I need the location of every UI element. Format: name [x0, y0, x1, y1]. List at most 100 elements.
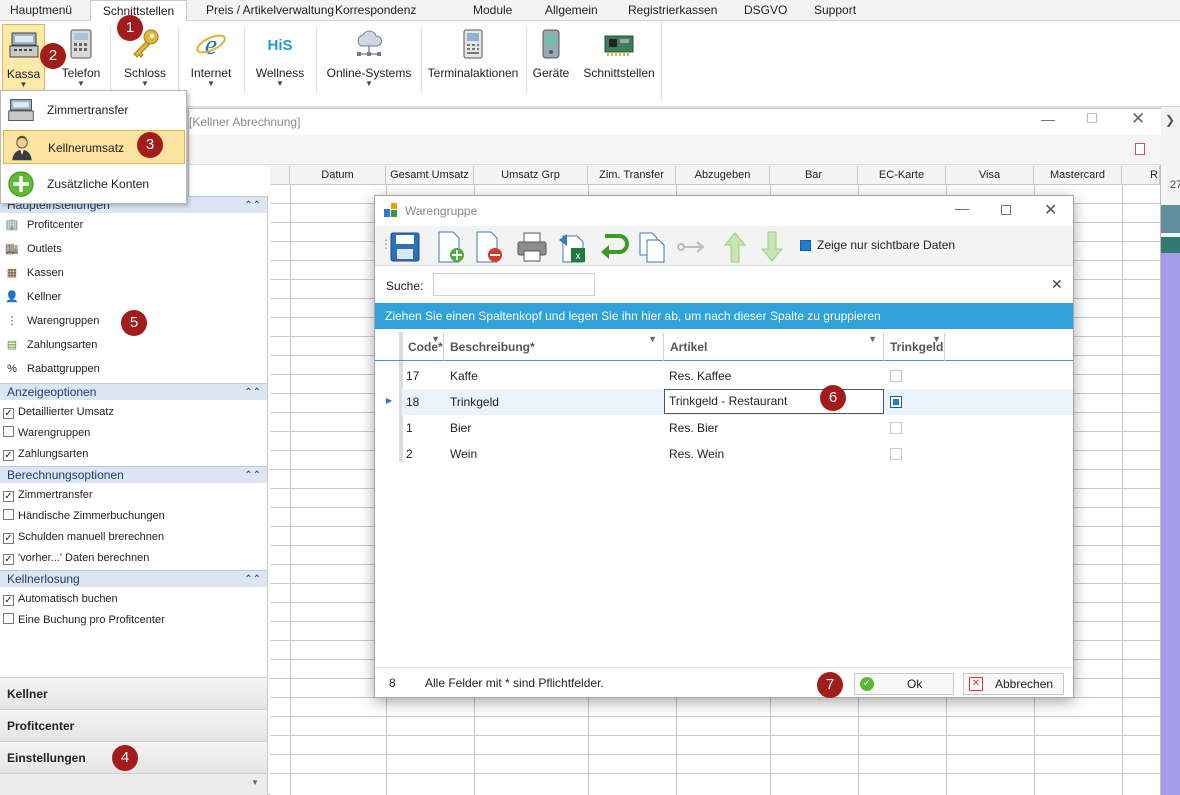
refresh-icon[interactable]	[597, 230, 631, 264]
cell-beschreibung[interactable]: Kaffe	[450, 363, 478, 389]
tab-dsgvo[interactable]: DSGVO	[740, 0, 791, 21]
column-header-beschreibung[interactable]: Beschreibung* ▼	[444, 333, 664, 361]
move-down-icon[interactable]	[755, 230, 789, 264]
tab-module[interactable]: Module	[469, 0, 516, 21]
checkbox-box[interactable]	[3, 509, 14, 520]
sidebar-item-kassen[interactable]: ▦ Kassen	[3, 263, 64, 283]
cell-trinkgeld-checkbox[interactable]	[890, 422, 902, 434]
tab-korrespondenz[interactable]: Korrespondenz	[331, 0, 420, 21]
checkbox-vorher-daten[interactable]: ✓ 'vorher...' Daten berechnen	[3, 548, 149, 568]
new-record-icon[interactable]	[433, 230, 467, 264]
group-anzeigeoptionen[interactable]: Anzeigeoptionen ⌃⌃	[0, 383, 267, 400]
collapse-icon[interactable]: ⌃⌃	[244, 571, 261, 588]
grid-header[interactable]: Abzugeben	[676, 166, 770, 185]
checkbox-schulden-manuell[interactable]: ✓ Schulden manuell brerechnen	[3, 527, 164, 547]
column-header-code[interactable]: Code* ▼	[402, 333, 444, 361]
grid-header[interactable]: Bar	[770, 166, 858, 185]
tab-registrierkassen[interactable]: Registrierkassen	[624, 0, 721, 21]
grid-header[interactable]: Mastercard	[1034, 166, 1122, 185]
menu-item-zusaetzliche-konten[interactable]: Zusätzliche Konten	[3, 167, 185, 201]
ribbon-wellness-button[interactable]: HiS Wellness ▼	[252, 24, 308, 96]
group-by-panel[interactable]: Ziehen Sie einen Spaltenkopf und legen S…	[375, 303, 1073, 329]
cell-artikel[interactable]: Res. Kaffee	[669, 363, 731, 389]
cell-beschreibung[interactable]: Bier	[450, 415, 471, 441]
checkbox-box[interactable]: ✓	[3, 595, 14, 606]
checkbox-zahlungsarten[interactable]: ✓ Zahlungsarten	[3, 444, 88, 464]
sidebar-item-warengruppen[interactable]: ⋮ Warengruppen	[3, 311, 100, 331]
tab-support[interactable]: Support	[810, 0, 860, 21]
table-row[interactable]: 17 Kaffe Res. Kaffee	[402, 363, 1073, 389]
checkbox-box[interactable]: ✓	[3, 408, 14, 419]
filter-icon[interactable]: ▼	[868, 325, 877, 353]
clear-search-icon[interactable]: ✕	[1051, 276, 1063, 293]
cell-beschreibung[interactable]: Wein	[450, 441, 477, 467]
column-header-trinkgeld[interactable]: Trinkgeld ▼	[884, 333, 945, 361]
ok-button[interactable]: ✓ Ok	[854, 673, 954, 695]
cell-artikel[interactable]: Res. Wein	[669, 441, 724, 467]
tab-allgemein[interactable]: Allgemein	[541, 0, 602, 21]
delete-record-icon[interactable]	[471, 230, 505, 264]
link-arrow-icon[interactable]	[673, 230, 707, 264]
checkbox-warengruppen[interactable]: Warengruppen	[3, 423, 90, 443]
checkbox-box[interactable]: ✓	[3, 533, 14, 544]
cell-trinkgeld-checkbox[interactable]	[890, 448, 902, 460]
minimize-icon[interactable]: —	[955, 200, 969, 216]
table-row[interactable]: 2 Wein Res. Wein	[402, 441, 1073, 467]
cancel-button[interactable]: ✕ Abbrechen	[963, 673, 1064, 695]
collapse-icon[interactable]: ⌃⌃	[244, 384, 261, 401]
cell-code[interactable]: 18	[406, 389, 419, 415]
checkbox-zimmertransfer[interactable]: ✓ Zimmertransfer	[3, 485, 93, 505]
checkbox-buchung-pro-profitcenter[interactable]: Eine Buchung pro Profitcenter	[3, 610, 165, 630]
nav-section-kellner[interactable]: Kellner	[0, 677, 267, 709]
cell-code[interactable]: 1	[406, 415, 413, 441]
cell-trinkgeld-checkbox[interactable]	[890, 370, 902, 382]
tab-preis-artikelverwaltung[interactable]: Preis / Artikelverwaltung	[202, 0, 338, 21]
tab-hauptmenu[interactable]: Hauptmenü	[6, 0, 76, 21]
visible-only-checkbox[interactable]	[800, 240, 811, 251]
ribbon-terminalaktionen-button[interactable]: Terminalaktionen	[426, 24, 520, 96]
minimize-icon[interactable]: —	[1041, 111, 1055, 127]
grid-header[interactable]: Gesamt Umsatz	[386, 166, 474, 185]
checkbox-box[interactable]	[3, 613, 14, 624]
filter-icon[interactable]: ▼	[932, 325, 941, 353]
maximize-icon[interactable]	[1001, 205, 1011, 215]
group-berechnungsoptionen[interactable]: Berechnungsoptionen ⌃⌃	[0, 466, 267, 483]
table-row-selected[interactable]: ▶ 18 Trinkgeld Trinkgeld - Restaurant	[386, 389, 1073, 415]
menu-item-zimmertransfer[interactable]: Zimmertransfer	[3, 93, 185, 127]
ribbon-internet-button[interactable]: e Internet ▼	[186, 24, 236, 96]
export-excel-icon[interactable]: x	[555, 230, 589, 264]
filter-icon[interactable]: ▼	[431, 325, 440, 353]
close-icon[interactable]: ✕	[1044, 200, 1057, 220]
close-icon[interactable]: ✕	[1131, 109, 1145, 129]
grid-header[interactable]: Zim. Transfer	[588, 166, 676, 185]
chevron-down-icon[interactable]: ▼	[251, 778, 259, 787]
checkbox-box[interactable]	[3, 426, 14, 437]
report-icon[interactable]	[1135, 143, 1145, 155]
search-input[interactable]	[433, 273, 595, 296]
move-up-icon[interactable]	[718, 230, 752, 264]
table-row[interactable]: 1 Bier Res. Bier	[402, 415, 1073, 441]
checkbox-box[interactable]: ✓	[3, 491, 14, 502]
sidebar-item-profitcenter[interactable]: 🏢 Profitcenter	[3, 215, 83, 235]
cell-code[interactable]: 17	[406, 363, 419, 389]
chevron-right-icon[interactable]: ❯	[1165, 113, 1175, 127]
ribbon-geraete-button[interactable]: Geräte	[530, 24, 572, 96]
checkbox-box[interactable]: ✓	[3, 450, 14, 461]
grid-header[interactable]: EC-Karte	[858, 166, 946, 185]
filter-icon[interactable]: ▼	[648, 325, 657, 353]
checkbox-haendische-zimmerbuchungen[interactable]: Händische Zimmerbuchungen	[3, 506, 165, 526]
collapse-icon[interactable]: ⌃⌃	[244, 197, 261, 214]
cell-artikel-editor[interactable]: Trinkgeld - Restaurant	[664, 389, 884, 414]
print-icon[interactable]	[515, 230, 549, 264]
collapse-icon[interactable]: ⌃⌃	[244, 467, 261, 484]
group-kellnerlosung[interactable]: Kellnerlosung ⌃⌃	[0, 570, 267, 587]
checkbox-detaillierter-umsatz[interactable]: ✓ Detaillierter Umsatz	[3, 402, 114, 422]
cell-code[interactable]: 2	[406, 441, 413, 467]
checkbox-box[interactable]: ✓	[3, 554, 14, 565]
ribbon-online-systems-button[interactable]: Online-Systems ▼	[326, 24, 412, 96]
sidebar-item-rabattgruppen[interactable]: % Rabattgruppen	[3, 359, 100, 379]
ribbon-kassa-button[interactable]: Kassa ▼	[2, 24, 45, 96]
copy-icon[interactable]	[635, 230, 669, 264]
sidebar-item-kellner[interactable]: 👤 Kellner	[3, 287, 61, 307]
ribbon-schnittstellen-button[interactable]: Schnittstellen	[580, 24, 658, 96]
